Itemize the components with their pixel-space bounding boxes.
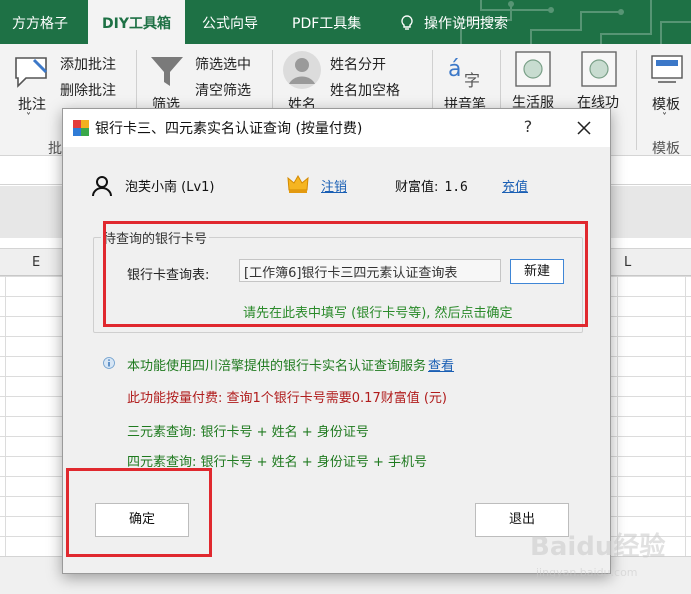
pinyin-icon[interactable]: á 字	[446, 52, 484, 90]
lightbulb-icon	[401, 15, 413, 30]
add-comment-button[interactable]: 添加批注	[60, 54, 116, 74]
name-add-space-button[interactable]: 姓名加空格	[330, 80, 400, 100]
template-button[interactable]: 模板	[652, 94, 680, 114]
baidu-watermark: Baidu经验 jingyan.baidu.com	[530, 512, 690, 592]
pricing-note: 此功能按量付费: 查询1个银行卡号需要0.17财富值 (元)	[127, 391, 448, 406]
tab-pdf-tools[interactable]: PDF工具集	[292, 0, 361, 44]
close-icon[interactable]	[571, 115, 597, 141]
clear-filter-button[interactable]: 清空筛选	[195, 80, 251, 100]
help-button[interactable]: ?	[518, 114, 538, 140]
dialog-title: 银行卡三、四元素实名认证查询 (按量付费)	[95, 121, 363, 137]
online-function-icon[interactable]	[580, 50, 618, 88]
template-dropdown-chevron[interactable]: ˅	[662, 112, 667, 123]
search-tab-label: 操作说明搜索	[424, 16, 508, 32]
watermark-brand: Baidu经验	[530, 532, 666, 562]
svg-text:字: 字	[464, 71, 480, 90]
delete-comment-button[interactable]: 删除批注	[60, 80, 116, 100]
tab-formula-wizard[interactable]: 公式向导	[202, 0, 258, 44]
service-note: 本功能使用四川涪擎提供的银行卡实名认证查询服务 查看	[127, 355, 454, 374]
confirm-button[interactable]: 确定	[95, 503, 189, 537]
tab-fangfang[interactable]: 方方格子	[12, 0, 68, 44]
excel-window: 方方格子 DIY工具箱 公式向导 PDF工具集 操作说明搜索 批注 ˅ 添加批注…	[0, 0, 691, 594]
split-name-button[interactable]: 姓名分开	[330, 54, 386, 74]
app-icon	[73, 120, 89, 136]
annotate-button[interactable]: 批注	[18, 94, 46, 114]
group-title: 待查询的银行卡号	[101, 228, 210, 247]
wealth-label: 财富值:	[395, 180, 439, 195]
watermark-url: jingyan.baidu.com	[536, 566, 638, 579]
column-header-e[interactable]: E	[32, 255, 40, 270]
annotate-dropdown-chevron[interactable]: ˅	[26, 112, 31, 123]
new-table-button[interactable]: 新建	[510, 259, 564, 284]
filter-selected-button[interactable]: 筛选选中	[195, 54, 251, 74]
tab-diy-toolbox[interactable]: DIY工具箱	[88, 0, 185, 44]
view-link[interactable]: 查看	[428, 359, 454, 374]
user-icon	[92, 176, 112, 197]
comment-icon[interactable]	[12, 54, 50, 90]
person-avatar-icon[interactable]	[282, 50, 322, 90]
wealth-display: 财富值: 1.6	[395, 176, 468, 195]
annotate-group-label: 批	[48, 141, 62, 157]
fill-hint: 请先在此表中填写 (银行卡号等), 然后点击确定	[243, 306, 513, 321]
dialog-body: 泡芙小南 (Lv1) 注销 财富值: 1.6 充值 待查询的银行卡号 银行卡查询表…	[63, 147, 610, 573]
info-icon	[103, 357, 115, 369]
dialog-titlebar[interactable]: 银行卡三、四元素实名认证查询 (按量付费) ?	[63, 109, 610, 147]
template-group-label: 模板	[652, 141, 680, 157]
column-header-l[interactable]: L	[624, 255, 631, 270]
bank-card-query-dialog: 银行卡三、四元素实名认证查询 (按量付费) ? 泡芙小南 (Lv1) 注销 财富…	[62, 108, 611, 574]
crown-icon	[287, 174, 309, 193]
funnel-icon[interactable]	[148, 54, 186, 90]
svg-text:á: á	[448, 57, 461, 82]
ribbon-separator	[636, 50, 637, 150]
life-service-icon[interactable]	[514, 50, 552, 88]
ribbon-tab-bar: 方方格子 DIY工具箱 公式向导 PDF工具集 操作说明搜索	[0, 0, 691, 44]
logout-link[interactable]: 注销	[321, 176, 347, 195]
recharge-link[interactable]: 充值	[502, 176, 528, 195]
template-icon[interactable]	[650, 52, 684, 88]
user-name: 泡芙小南 (Lv1)	[125, 180, 215, 195]
three-element-note: 三元素查询: 银行卡号 + 姓名 + 身份证号	[127, 425, 369, 440]
service-note-text: 本功能使用四川涪擎提供的银行卡实名认证查询服务	[127, 359, 427, 374]
query-table-label: 银行卡查询表:	[127, 268, 210, 283]
wealth-value: 1.6	[444, 180, 468, 195]
four-element-note: 四元素查询: 银行卡号 + 姓名 + 身份证号 + 手机号	[127, 455, 427, 470]
tab-search[interactable]: 操作说明搜索	[400, 0, 508, 44]
query-table-field[interactable]: [工作簿6]银行卡三四元素认证查询表	[239, 259, 501, 282]
